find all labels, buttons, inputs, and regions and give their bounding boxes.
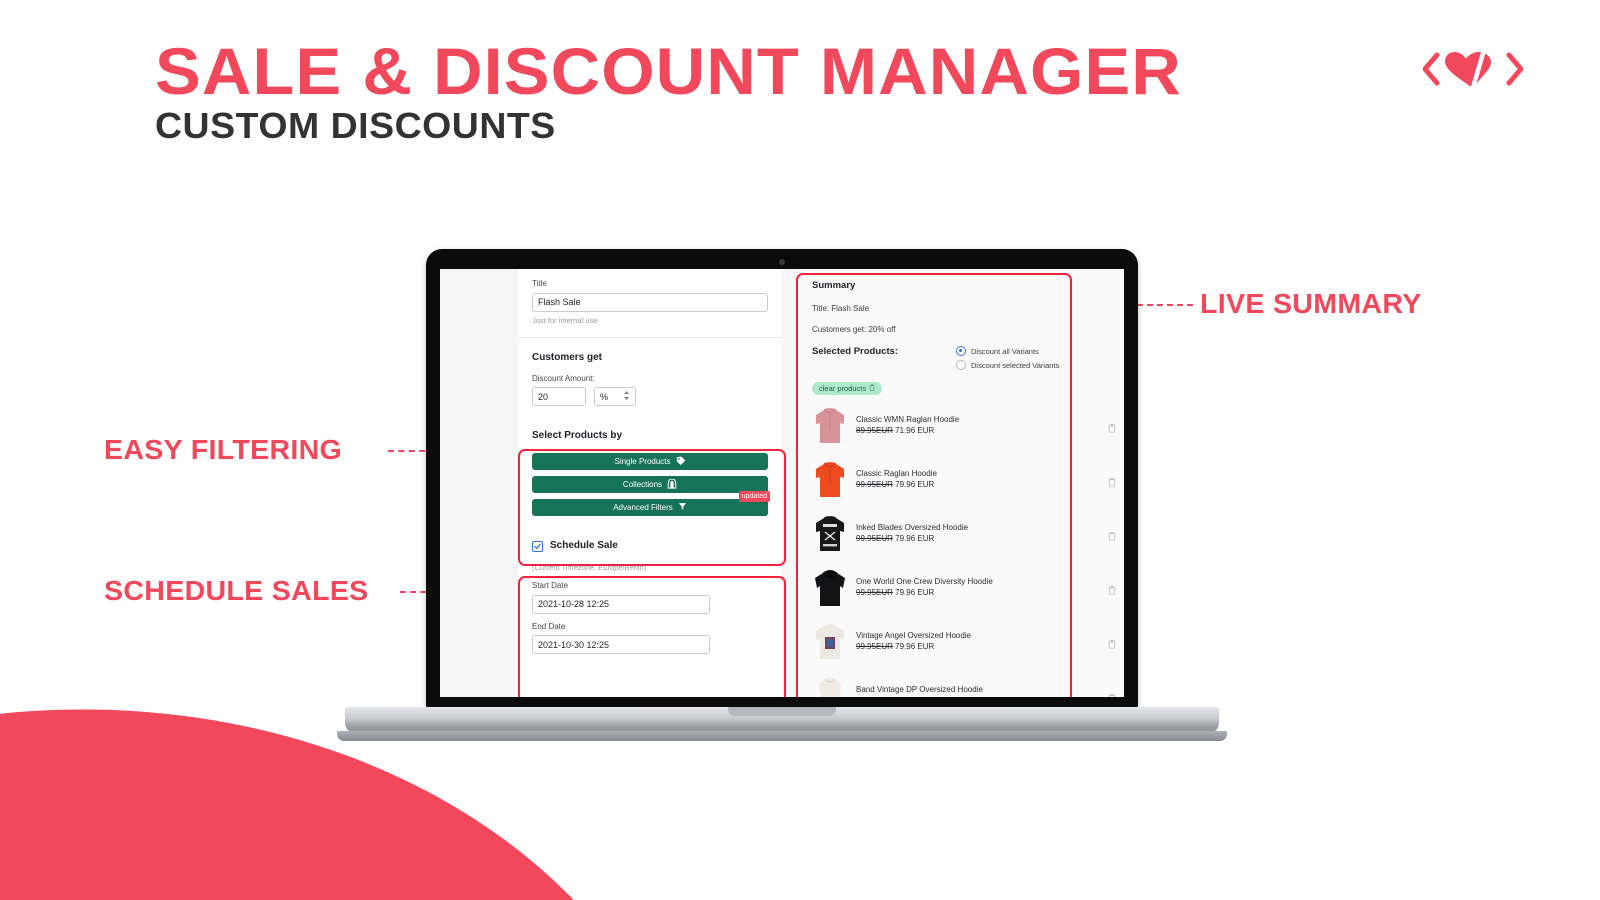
product-name: Vintage Angel Oversized Hoodie [856, 631, 972, 641]
product-row[interactable]: Band Vintage DP Oversized Hoodie 99.95EU… [798, 669, 1124, 697]
product-old-price: 99.95EUR [856, 642, 893, 651]
product-row[interactable]: Vintage Angel Oversized Hoodie 99.95EUR … [798, 615, 1124, 669]
updated-badge: updated [738, 491, 770, 503]
start-date-label: Start Date [532, 581, 569, 591]
selected-products-list: Classic WMN Raglan Hoodie 89.95EUR 71.96… [798, 399, 1124, 697]
delete-product-icon[interactable] [1108, 690, 1116, 697]
promo-banner: SALE & DISCOUNT MANAGER CUSTOM DISCOUNTS… [0, 0, 1600, 900]
select-products-heading: Select Products by [532, 430, 623, 442]
product-price: 99.95EUR 79.96 EUR [856, 696, 983, 697]
product-thumbnail [812, 512, 848, 556]
summary-title-line: Title: Flash Sale [812, 304, 870, 313]
radio-label-selected-variants: Discount selected Variants [971, 360, 1060, 370]
advanced-filters-label: Advanced Filters [613, 503, 673, 513]
product-row[interactable]: Classic WMN Raglan Hoodie 89.95EUR 71.96… [798, 399, 1124, 453]
clear-products-button[interactable]: clear products [812, 382, 883, 395]
collections-label: Collections [622, 480, 663, 490]
summary-customers-get-line: Customers get: 20% off [812, 325, 896, 334]
title-field-label: Title [532, 279, 547, 288]
selected-products-label: Selected Products: [812, 346, 899, 357]
callout-easy-filtering: EASY FILTERING [104, 434, 343, 465]
page-subtitle: CUSTOM DISCOUNTS [155, 105, 556, 146]
product-thumbnail [812, 674, 848, 697]
schedule-sale-checkbox[interactable] [532, 540, 543, 552]
radio-discount-selected-variants[interactable] [956, 360, 966, 370]
discount-unit-select[interactable]: % [594, 387, 636, 407]
end-date-input[interactable] [532, 635, 710, 655]
delete-product-icon[interactable] [1108, 636, 1116, 654]
product-row[interactable]: One World One Crew Diversity Hoodie 99.9… [798, 561, 1124, 615]
product-new-price: 79.96 EUR [895, 480, 935, 489]
app-page: Title Just for internal use Customers ge… [440, 269, 1124, 697]
product-old-price: 99.95EUR [856, 480, 893, 489]
radio-label-all-variants: Discount all Variants [971, 346, 1039, 356]
product-thumbnail [812, 404, 848, 448]
product-price: 89.95EUR 71.96 EUR [856, 426, 959, 437]
laptop-base [345, 707, 1219, 733]
discount-unit-value: % [600, 391, 609, 402]
product-price: 99.95EUR 79.96 EUR [856, 480, 937, 491]
advanced-filters-button[interactable]: Advanced Filters updated [532, 491, 770, 517]
start-date-input[interactable] [532, 594, 710, 614]
timezone-note: (Current Timezone: Europe/Berlin) [532, 563, 647, 573]
discount-amount-input[interactable] [532, 387, 586, 407]
product-old-price: 89.95EUR [856, 426, 893, 435]
discount-form-card: Title Just for internal use Customers ge… [518, 269, 782, 697]
callout-live-summary: LIVE SUMMARY [1200, 288, 1422, 319]
product-old-price: 99.95EUR [856, 534, 893, 543]
product-new-price: 71.96 EUR [895, 426, 935, 435]
product-old-price: 99.95EUR [856, 588, 893, 597]
product-new-price: 79.96 EUR [895, 696, 934, 697]
product-name: Band Vintage DP Oversized Hoodie [856, 685, 983, 695]
page-title: SALE & DISCOUNT MANAGER [155, 34, 1182, 108]
clear-products-label: clear products [819, 384, 867, 393]
collections-button[interactable]: Collections [532, 476, 768, 494]
product-price: 99.95EUR 79.96 EUR [856, 534, 968, 545]
delete-product-icon[interactable] [1108, 420, 1116, 438]
collection-icon [667, 478, 677, 491]
product-price: 99.95EUR 79.96 EUR [856, 588, 993, 599]
tag-icon [676, 456, 686, 468]
radio-discount-all-variants[interactable] [956, 346, 966, 356]
filter-icon [678, 502, 687, 513]
stepper-updown-icon[interactable] [623, 390, 630, 403]
webcam-icon [779, 259, 785, 265]
product-new-price: 79.96 EUR [895, 534, 935, 543]
product-name: Inked Blades Oversized Hoodie [856, 523, 969, 533]
variant-option-all[interactable]: Discount all Variants [956, 346, 1116, 356]
discount-amount-label: Discount Amount: [532, 373, 595, 383]
laptop-lid: Title Just for internal use Customers ge… [426, 249, 1138, 709]
laptop-mockup: Title Just for internal use Customers ge… [337, 249, 1227, 741]
product-thumbnail [812, 566, 848, 610]
schedule-sale-label: Schedule Sale [550, 540, 618, 552]
variant-option-selected[interactable]: Discount selected Variants [956, 360, 1116, 370]
summary-panel: Summary Title: Flash Sale Customers get:… [798, 269, 1124, 697]
product-row[interactable]: Inked Blades Oversized Hoodie 99.95EUR 7… [798, 507, 1124, 561]
laptop-screen: Title Just for internal use Customers ge… [440, 269, 1124, 697]
product-old-price: 99.95EUR [856, 696, 893, 697]
single-products-label: Single Products [614, 457, 671, 467]
trash-icon [869, 384, 875, 393]
end-date-label: End Date [532, 621, 566, 631]
product-thumbnail [812, 620, 848, 664]
product-name: One World One Crew Diversity Hoodie [856, 577, 993, 587]
product-row[interactable]: Classic Raglan Hoodie 99.95EUR 79.96 EUR [798, 453, 1124, 507]
product-new-price: 79.96 EUR [895, 588, 935, 597]
title-help-text: Just for internal use [532, 315, 598, 325]
summary-heading: Summary [812, 280, 856, 291]
code-heart-logo-icon [1422, 45, 1524, 94]
delete-product-icon[interactable] [1108, 474, 1116, 492]
single-products-button[interactable]: Single Products [532, 453, 768, 471]
customers-get-heading: Customers get [532, 351, 603, 363]
product-name: Classic Raglan Hoodie [856, 469, 937, 479]
laptop-base-foot [337, 731, 1227, 741]
title-input[interactable] [532, 292, 768, 312]
delete-product-icon[interactable] [1108, 528, 1116, 546]
product-thumbnail [812, 458, 848, 502]
product-name: Classic WMN Raglan Hoodie [856, 415, 960, 425]
callout-schedule-sales: SCHEDULE SALES [104, 575, 369, 606]
product-price: 99.95EUR 79.96 EUR [856, 642, 971, 653]
delete-product-icon[interactable] [1108, 582, 1116, 600]
product-new-price: 79.96 EUR [895, 642, 935, 651]
